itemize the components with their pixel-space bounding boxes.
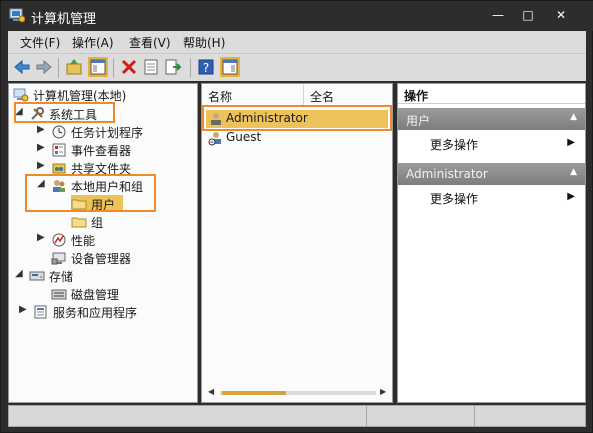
shared-folder-icon	[51, 160, 67, 176]
actions-section-administrator[interactable]: Administrator ▲	[398, 163, 585, 185]
collapsed-arrow-icon[interactable]: ▶	[37, 232, 47, 243]
tree-label: 磁盘管理	[71, 288, 120, 302]
collapse-caret-icon[interactable]: ▲	[570, 112, 577, 122]
toolbar-separator	[190, 58, 191, 78]
delete-icon[interactable]	[119, 57, 139, 77]
computer-management-icon	[9, 8, 26, 23]
tree-label: 存储	[49, 270, 74, 284]
status-bar	[8, 405, 586, 427]
export-list-icon[interactable]	[163, 57, 183, 77]
menu-view[interactable]: 查看(V)	[129, 34, 171, 51]
more-actions-administrator[interactable]: 更多操作	[430, 190, 478, 207]
event-viewer-icon	[51, 142, 67, 158]
system-tools-icon	[29, 106, 45, 122]
tree-label: 组	[91, 216, 104, 230]
section-header-label: 用户	[406, 114, 431, 128]
back-arrow-icon[interactable]	[12, 57, 32, 77]
tree-label: 事件查看器	[71, 144, 132, 158]
tree-label: 性能	[71, 234, 96, 248]
svg-text:?: ?	[203, 61, 209, 75]
users-group-icon	[51, 178, 67, 194]
action-pane-icon[interactable]	[220, 57, 240, 77]
close-button[interactable]: ✕	[546, 5, 576, 25]
help-icon[interactable]: ?	[196, 57, 216, 77]
forward-arrow-icon[interactable]	[34, 57, 54, 77]
expanded-arrow-icon[interactable]: ◢	[15, 106, 25, 117]
up-folder-icon[interactable]	[64, 57, 84, 77]
menu-file[interactable]: 文件(F)	[20, 34, 60, 51]
toolbar: ?	[8, 53, 586, 81]
scroll-right-icon[interactable]: ▶	[380, 387, 386, 396]
console-tree: 计算机管理(本地) ◢ 系统工具 ▶ 任务计划程序 ▶ 事件查看器 ▶ 共享文件…	[8, 83, 198, 403]
submenu-arrow-icon[interactable]: ▶	[567, 137, 575, 148]
maximize-button[interactable]: □	[513, 5, 543, 25]
tree-label: 任务计划程序	[71, 126, 144, 140]
window-title: 计算机管理	[31, 12, 97, 27]
submenu-arrow-icon[interactable]: ▶	[567, 191, 575, 202]
user-icon	[208, 111, 224, 127]
more-actions-users[interactable]: 更多操作	[430, 136, 478, 153]
menu-bar: 文件(F) 操作(A) 查看(V) 帮助(H)	[8, 31, 586, 53]
collapsed-arrow-icon[interactable]: ▶	[37, 160, 47, 171]
minimize-button[interactable]: —	[483, 5, 513, 25]
clock-icon	[51, 124, 67, 140]
menu-action[interactable]: 操作(A)	[72, 34, 114, 51]
computer-management-icon	[13, 87, 29, 103]
disk-management-icon	[51, 286, 67, 302]
show-hide-tree-icon[interactable]	[88, 57, 108, 77]
column-header-name[interactable]: 名称	[208, 88, 232, 105]
folder-icon	[71, 196, 87, 212]
expanded-arrow-icon[interactable]: ◢	[15, 268, 25, 279]
tree-label: 系统工具	[49, 108, 98, 122]
device-manager-icon	[51, 250, 67, 266]
collapse-caret-icon[interactable]: ▲	[570, 167, 577, 177]
actions-section-users[interactable]: 用户 ▲	[398, 108, 585, 130]
column-divider[interactable]	[303, 84, 304, 106]
list-header: 名称 全名	[202, 84, 392, 106]
folder-icon	[71, 214, 87, 230]
section-header-label: Administrator	[406, 167, 488, 181]
tree-label: 计算机管理(本地)	[33, 89, 127, 103]
title-bar: 计算机管理 — □ ✕	[1, 1, 593, 31]
storage-icon	[29, 268, 45, 284]
menu-help[interactable]: 帮助(H)	[183, 34, 225, 51]
services-apps-icon	[33, 304, 49, 320]
user-disabled-icon	[208, 130, 224, 146]
toolbar-separator	[113, 58, 114, 78]
tree-label: 用户	[91, 198, 116, 212]
collapsed-arrow-icon[interactable]: ▶	[37, 124, 47, 135]
tree-label: 服务和应用程序	[53, 306, 138, 320]
column-header-fullname[interactable]: 全名	[310, 88, 334, 105]
actions-title: 操作	[398, 84, 585, 104]
list-item-guest[interactable]: Guest	[206, 129, 388, 147]
tree-label: 共享文件夹	[71, 162, 132, 176]
actions-pane: 操作 用户 ▲ 更多操作 ▶ Administrator ▲ 更多操作 ▶	[397, 83, 586, 403]
tree-label: 本地用户和组	[71, 180, 144, 194]
expanded-arrow-icon[interactable]: ◢	[37, 178, 47, 189]
status-segment	[367, 406, 475, 426]
horizontal-scrollbar[interactable]: ◀ ▶	[208, 387, 388, 397]
collapsed-arrow-icon[interactable]: ▶	[37, 142, 47, 153]
tree-label: 设备管理器	[71, 252, 132, 266]
collapsed-arrow-icon[interactable]: ▶	[19, 304, 29, 315]
list-item-label: Guest	[226, 130, 262, 144]
user-list-pane: 名称 全名 Administrator Guest ◀ ▶	[201, 83, 393, 403]
toolbar-separator	[58, 58, 59, 78]
list-item-label: Administrator	[226, 111, 308, 125]
scroll-left-icon[interactable]: ◀	[208, 387, 214, 396]
list-item-administrator[interactable]: Administrator	[206, 110, 388, 128]
scrollbar-thumb[interactable]	[222, 391, 286, 395]
status-segment	[9, 406, 367, 426]
performance-icon	[51, 232, 67, 248]
properties-icon[interactable]	[141, 57, 161, 77]
computer-management-window: 计算机管理 — □ ✕ 文件(F) 操作(A) 查看(V) 帮助(H) ? 计算…	[0, 0, 593, 433]
